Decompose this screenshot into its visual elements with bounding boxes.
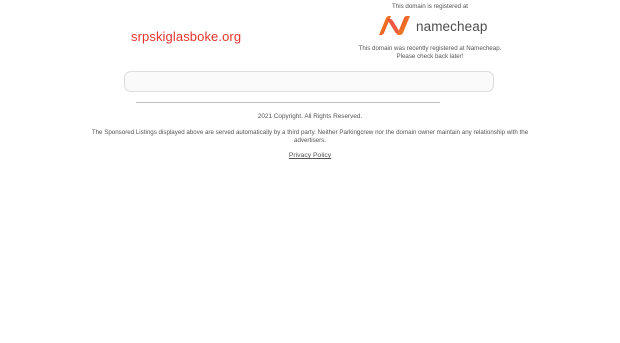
- parked-domain-page: srpskiglasboke.org This domain is regist…: [0, 0, 620, 343]
- namecheap-n-icon: [379, 16, 410, 35]
- privacy-policy-link[interactable]: Privacy Policy: [289, 152, 331, 159]
- copyright-text: 2021 Copyright. All Rights Reserved.: [257, 113, 363, 120]
- divider: [136, 102, 440, 103]
- privacy-policy: Privacy Policy: [0, 152, 620, 159]
- namecheap-logo-text: namecheap: [416, 19, 488, 34]
- recently-registered-message: This domain was recently registered at N…: [350, 45, 510, 60]
- sponsored-disclaimer-line2: advertisers.: [294, 137, 326, 144]
- recently-registered-line1: This domain was recently registered at N…: [358, 45, 502, 52]
- search-input[interactable]: [124, 71, 494, 92]
- namecheap-logo[interactable]: namecheap: [377, 15, 487, 39]
- domain-name-title: srpskiglasboke.org: [131, 29, 242, 44]
- registered-at-label: This domain is registered at: [391, 3, 468, 10]
- sponsored-listings-disclaimer: The Sponsored Listings displayed above a…: [80, 129, 540, 145]
- recently-registered-line2: Please check back later!: [396, 52, 464, 60]
- sponsored-disclaimer-line1: The Sponsored Listings displayed above a…: [91, 129, 529, 136]
